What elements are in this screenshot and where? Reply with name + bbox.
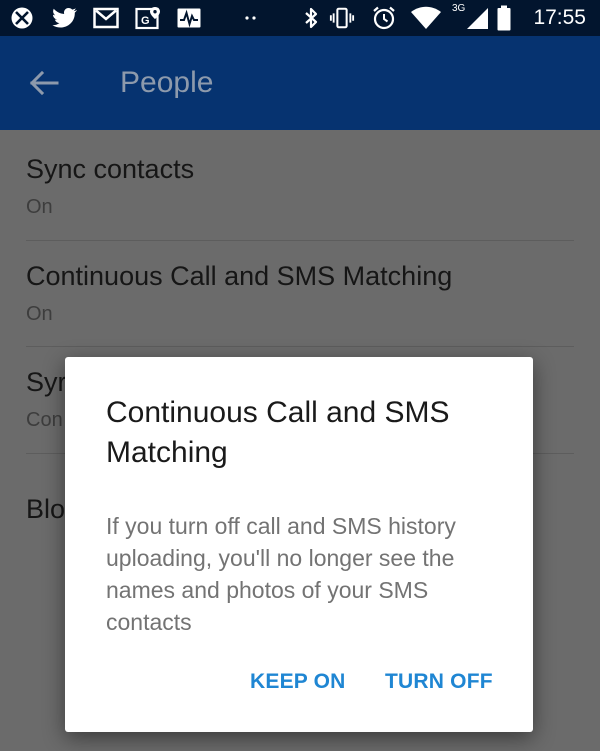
twitter-icon xyxy=(52,5,78,31)
more-notifications-icon xyxy=(238,5,264,31)
battery-icon xyxy=(496,5,512,31)
dialog-title: Continuous Call and SMS Matching xyxy=(106,396,450,469)
status-time: 17:55 xyxy=(533,6,586,29)
signal-icon xyxy=(464,5,490,31)
setting-title: Sync contacts xyxy=(26,154,195,184)
status-bar: G 3G 17:55 xyxy=(0,0,600,36)
setting-title: Syr xyxy=(26,367,67,397)
page-title: People xyxy=(120,66,214,99)
setting-subtitle: Con xyxy=(26,409,63,431)
setting-continuous-matching[interactable]: Continuous Call and SMS Matching On xyxy=(0,241,600,347)
alarm-icon xyxy=(371,5,397,31)
setting-subtitle: On xyxy=(26,196,53,218)
setting-title: Blo xyxy=(26,494,66,524)
setting-subtitle: On xyxy=(26,303,53,325)
xbox-icon xyxy=(9,5,35,31)
vibrate-icon xyxy=(329,5,355,31)
keep-on-button[interactable]: KEEP ON xyxy=(250,662,346,702)
confirm-dialog: Continuous Call and SMS Matching If you … xyxy=(65,357,533,732)
back-button[interactable] xyxy=(22,63,66,107)
gmail-icon xyxy=(93,5,119,31)
google-maps-icon: G xyxy=(135,5,161,31)
app-bar: People xyxy=(0,36,600,130)
bluetooth-icon xyxy=(298,5,324,31)
dialog-message: If you turn off call and SMS history upl… xyxy=(106,513,456,635)
setting-title: Continuous Call and SMS Matching xyxy=(26,261,453,291)
activity-icon xyxy=(176,5,202,31)
turn-off-button[interactable]: TURN OFF xyxy=(385,662,493,702)
arrow-back-icon xyxy=(29,70,59,101)
svg-text:G: G xyxy=(141,15,150,27)
setting-sync-contacts[interactable]: Sync contacts On xyxy=(0,130,600,236)
wifi-icon xyxy=(409,5,443,31)
